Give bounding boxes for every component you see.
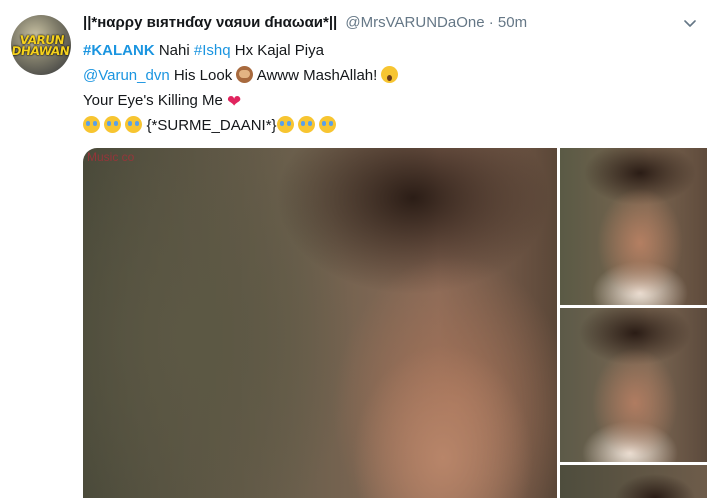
face-with-tears-of-joy-icon bbox=[83, 116, 100, 133]
tweet-header: ||*нαρρу вιятнɗαу ναяυи ɗнαωαи*|| @MrsVA… bbox=[83, 12, 527, 34]
timestamp[interactable]: 50m bbox=[498, 14, 527, 31]
tweet-text-segment: {*SURME_DAANI*} bbox=[142, 117, 277, 134]
tweet[interactable]: VARUN DHAWAN ||*нαρρу вιятнɗαу ναяυи ɗнα… bbox=[0, 0, 707, 498]
face-with-tears-of-joy-icon bbox=[297, 116, 315, 133]
avatar[interactable]: VARUN DHAWAN bbox=[11, 15, 71, 75]
face-with-tears-of-joy-icon bbox=[125, 116, 143, 133]
hashtag-ishq[interactable]: #Ishq bbox=[194, 42, 231, 59]
tweet-line-1: #KALANK Nahi #Ishq Hx Kajal Piya bbox=[83, 38, 683, 63]
face-screaming-icon bbox=[381, 66, 399, 83]
media-photo-4[interactable] bbox=[560, 465, 707, 498]
media-photo-2[interactable] bbox=[560, 148, 707, 305]
tweet-text-segment: Nahi bbox=[154, 42, 194, 59]
separator-dot: · bbox=[488, 14, 494, 31]
face-with-tears-of-joy-icon bbox=[276, 116, 294, 133]
chevron-down-icon[interactable] bbox=[682, 16, 698, 32]
media-photo-3[interactable] bbox=[560, 308, 707, 462]
face-with-tears-of-joy-icon bbox=[104, 116, 122, 133]
face-with-tears-of-joy-icon bbox=[318, 116, 336, 133]
see-no-evil-monkey-icon bbox=[236, 66, 254, 83]
user-handle[interactable]: @MrsVARUNDaOne bbox=[345, 14, 484, 31]
tweet-text: #KALANK Nahi #Ishq Hx Kajal Piya @Varun_… bbox=[83, 38, 683, 138]
display-name[interactable]: ||*нαρρу вιятнɗαу ναяυи ɗнαωαи*|| bbox=[83, 14, 337, 31]
media-photo-1[interactable]: Music co bbox=[83, 148, 557, 498]
photo-watermark: Music co bbox=[87, 150, 135, 164]
tweet-text-segment: His Look bbox=[169, 67, 237, 84]
tweet-line-4: {*SURME_DAANI*} bbox=[83, 113, 683, 138]
tweet-line-3: Your Eye's Killing Me ❤ bbox=[83, 88, 683, 113]
tweet-line-2: @Varun_dvn His Look Awww MashAllah! bbox=[83, 63, 683, 88]
tweet-text-segment: Hx Kajal Piya bbox=[230, 42, 324, 59]
avatar-logo-text: VARUN DHAWAN bbox=[11, 33, 71, 58]
tweet-media-grid: Music co bbox=[83, 148, 707, 498]
tweet-text-segment: Your Eye's Killing Me bbox=[83, 92, 228, 109]
mention-varun-dvn[interactable]: @Varun_dvn bbox=[83, 67, 170, 84]
tweet-text-segment: Awww MashAllah! bbox=[253, 67, 382, 84]
hashtag-kalank[interactable]: #KALANK bbox=[83, 42, 155, 59]
heart-icon: ❤ bbox=[227, 92, 242, 112]
